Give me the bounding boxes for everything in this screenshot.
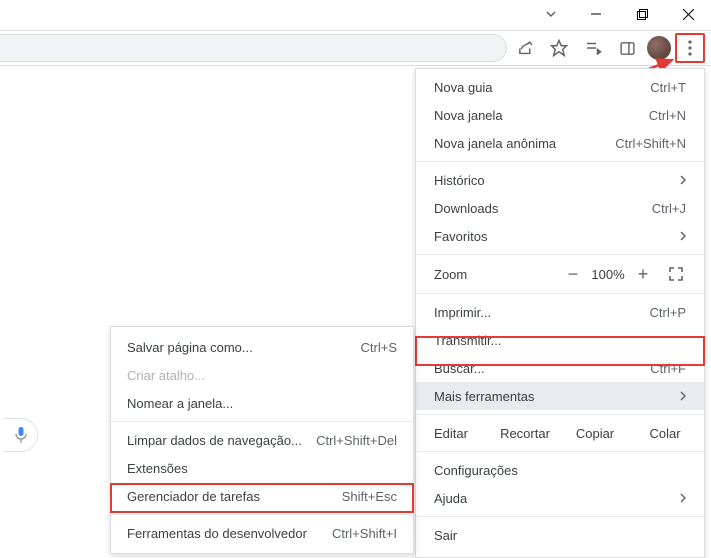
menu-separator [416,451,704,452]
menu-label: Buscar... [434,361,650,376]
menu-settings[interactable]: Configurações [416,456,704,484]
side-panel-icon[interactable] [611,32,643,64]
copy-button[interactable]: Copiar [560,426,630,441]
submenu-dev-tools[interactable]: Ferramentas do desenvolvedor Ctrl+Shift+… [111,519,413,547]
menu-shortcut: Ctrl+S [361,340,397,355]
menu-new-tab[interactable]: Nova guia Ctrl+T [416,73,704,101]
close-button[interactable] [665,0,711,28]
menu-more-tools[interactable]: Mais ferramentas [416,382,704,410]
menu-separator [416,161,704,162]
menu-separator [416,414,704,415]
zoom-out-button[interactable]: − [560,264,586,285]
chevron-right-icon [680,231,686,241]
menu-shortcut: Ctrl+Shift+I [332,526,397,541]
chevron-right-icon [680,175,686,185]
menu-cast[interactable]: Transmitir... [416,326,704,354]
menu-downloads[interactable]: Downloads Ctrl+J [416,194,704,222]
menu-shortcut: Ctrl+P [650,305,686,320]
submenu-create-shortcut: Criar atalho... [111,361,413,389]
menu-shortcut: Ctrl+Shift+Del [316,433,397,448]
menu-separator [416,293,704,294]
zoom-value: 100% [586,267,630,282]
menu-separator [111,514,413,515]
menu-label: Histórico [434,173,680,188]
menu-shortcut: Ctrl+N [649,108,686,123]
chevron-right-icon [680,493,686,503]
menu-exit[interactable]: Sair [416,521,704,549]
menu-label: Imprimir... [434,305,650,320]
menu-label: Limpar dados de navegação... [127,433,316,448]
menu-new-window[interactable]: Nova janela Ctrl+N [416,101,704,129]
menu-label: Zoom [434,267,560,282]
bookmark-star-icon[interactable] [543,32,575,64]
menu-edit-row: Editar Recortar Copiar Colar [416,419,704,447]
menu-print[interactable]: Imprimir... Ctrl+P [416,298,704,326]
menu-label: Nomear a janela... [127,396,397,411]
menu-label: Configurações [434,463,686,478]
paste-button[interactable]: Colar [630,426,700,441]
menu-label: Favoritos [434,229,680,244]
menu-separator [416,254,704,255]
menu-label: Sair [434,528,686,543]
menu-zoom-row: Zoom − 100% + [416,259,704,289]
menu-shortcut: Ctrl+F [650,361,686,376]
menu-label: Transmitir... [434,333,686,348]
menu-label: Nova janela [434,108,649,123]
menu-label: Mais ferramentas [434,389,680,404]
menu-label: Nova guia [434,80,650,95]
tab-search-chevron-icon[interactable] [537,4,565,24]
fullscreen-button[interactable] [662,267,690,281]
submenu-clear-data[interactable]: Limpar dados de navegação... Ctrl+Shift+… [111,426,413,454]
menu-label: Criar atalho... [127,368,397,383]
profile-avatar[interactable] [647,36,671,60]
share-icon[interactable] [509,32,541,64]
browser-main-menu: Nova guia Ctrl+T Nova janela Ctrl+N Nova… [415,68,705,558]
menu-find[interactable]: Buscar... Ctrl+F [416,354,704,382]
maximize-button[interactable] [619,0,665,28]
submenu-name-window[interactable]: Nomear a janela... [111,389,413,417]
menu-shortcut: Ctrl+Shift+N [615,136,686,151]
window-titlebar [0,0,711,28]
browser-menu-button[interactable] [675,33,705,63]
submenu-save-page[interactable]: Salvar página como... Ctrl+S [111,333,413,361]
more-tools-submenu: Salvar página como... Ctrl+S Criar atalh… [110,326,414,554]
voice-search-icon[interactable] [4,418,38,452]
menu-label: Gerenciador de tarefas [127,489,342,504]
menu-shortcut: Ctrl+T [650,80,686,95]
browser-toolbar [0,30,711,66]
address-bar[interactable] [0,34,507,62]
menu-label: Ajuda [434,491,680,506]
menu-label: Nova janela anônima [434,136,615,151]
media-control-icon[interactable] [577,32,609,64]
menu-label: Downloads [434,201,652,216]
cut-button[interactable]: Recortar [490,426,560,441]
menu-help[interactable]: Ajuda [416,484,704,512]
menu-shortcut: Ctrl+J [652,201,686,216]
menu-label: Extensões [127,461,397,476]
minimize-button[interactable] [573,0,619,28]
menu-shortcut: Shift+Esc [342,489,397,504]
submenu-task-manager[interactable]: Gerenciador de tarefas Shift+Esc [111,482,413,510]
menu-history[interactable]: Histórico [416,166,704,194]
menu-bookmarks[interactable]: Favoritos [416,222,704,250]
zoom-in-button[interactable]: + [630,264,656,285]
menu-separator [111,421,413,422]
menu-label: Editar [434,426,490,441]
chevron-right-icon [680,391,686,401]
menu-separator [416,516,704,517]
menu-incognito[interactable]: Nova janela anônima Ctrl+Shift+N [416,129,704,157]
submenu-extensions[interactable]: Extensões [111,454,413,482]
menu-label: Ferramentas do desenvolvedor [127,526,332,541]
menu-label: Salvar página como... [127,340,361,355]
